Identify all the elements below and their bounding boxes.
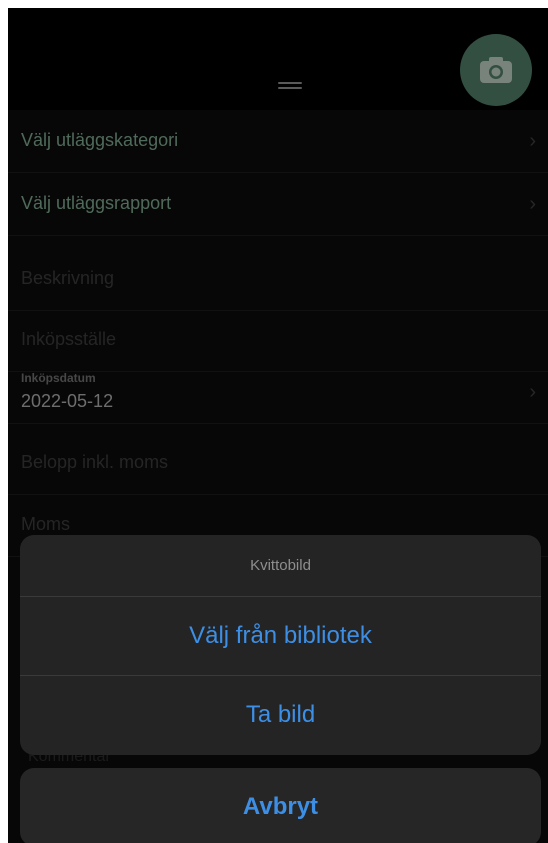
cancel-button[interactable]: Avbryt [20,768,541,843]
action-sheet: Kvittobild Välj från bibliotek Ta bild [20,535,541,755]
action-sheet-title: Kvittobild [20,535,541,597]
take-photo-button[interactable]: Ta bild [20,676,541,754]
choose-from-library-button[interactable]: Välj från bibliotek [20,597,541,676]
app-screen: Välj utläggskategori › Välj utläggsrappo… [8,8,548,843]
